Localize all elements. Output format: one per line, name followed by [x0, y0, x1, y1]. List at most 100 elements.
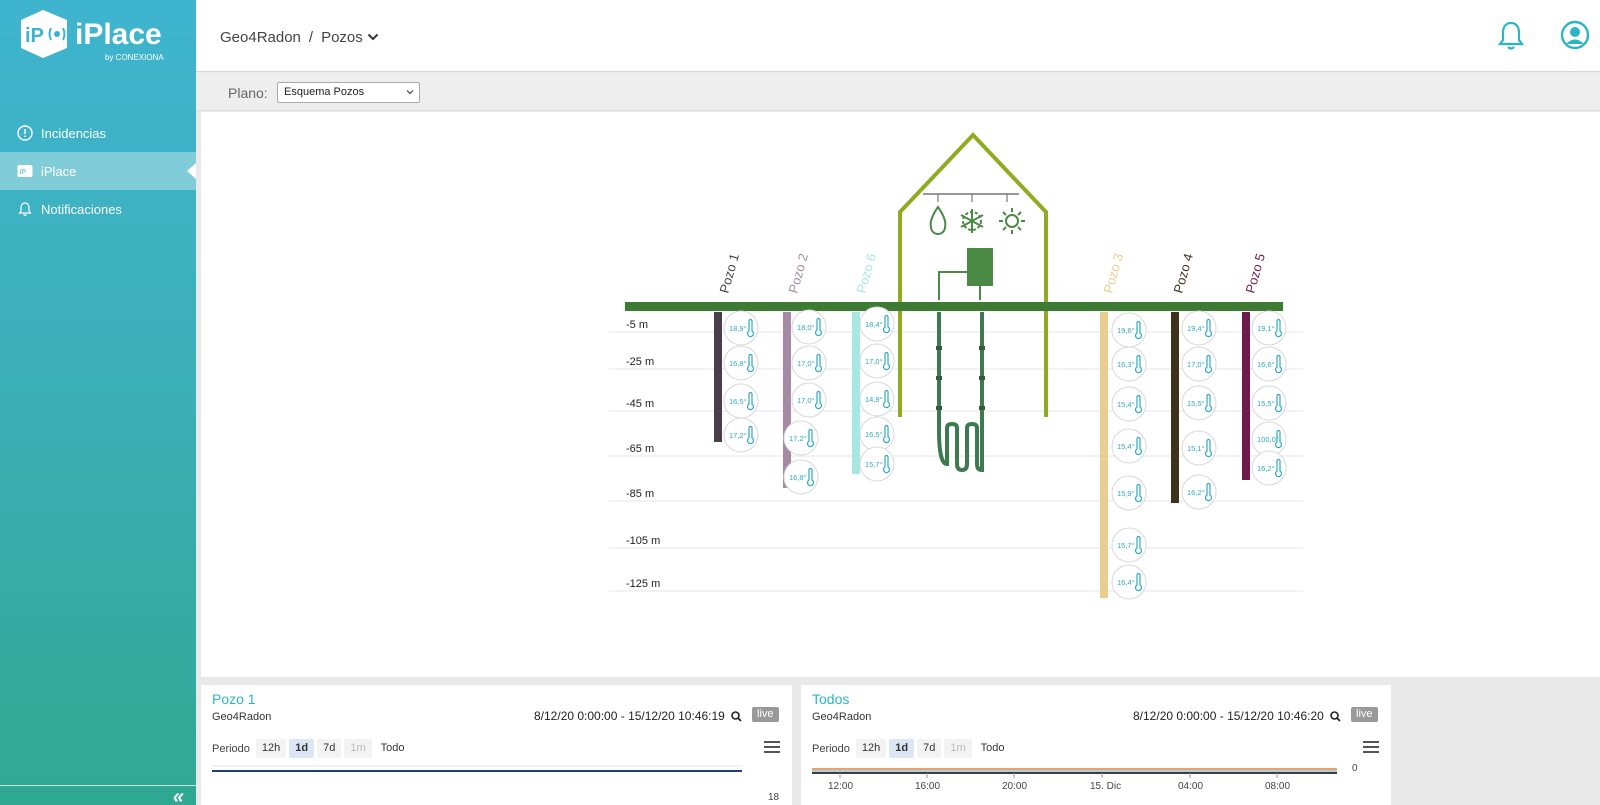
- period-1m-button[interactable]: 1m: [944, 739, 972, 758]
- temperature-reading: 17,2°: [789, 434, 807, 443]
- svg-text:by CONEXIONA: by CONEXIONA: [105, 53, 164, 62]
- heat-pump-unit: [967, 248, 993, 286]
- loop-joint: [936, 346, 942, 350]
- date-range[interactable]: 8/12/20 0:00:00 - 15/12/20 10:46:19: [534, 709, 742, 723]
- period-12h-button[interactable]: 12h: [255, 739, 287, 758]
- sidebar-footer: «: [0, 785, 196, 805]
- svg-text:iPlace: iPlace: [75, 18, 162, 51]
- temperature-reading: 18,4°: [865, 320, 883, 329]
- sun-rays: [999, 208, 1025, 234]
- temperature-reading: 17,0°: [797, 396, 815, 405]
- temperature-reading: 15,9°: [1117, 489, 1135, 498]
- temperature-reading: 16,4°: [1117, 578, 1135, 587]
- card-title[interactable]: Pozo 1: [212, 691, 256, 707]
- period-1m-button[interactable]: 1m: [344, 739, 372, 758]
- card-subtitle: Geo4Radon: [812, 711, 872, 723]
- depth-label: -45 m: [626, 398, 654, 410]
- breadcrumb-geo4radon[interactable]: Geo4Radon: [220, 29, 301, 46]
- breadcrumb-separator: /: [308, 29, 314, 46]
- card-title[interactable]: Todos: [812, 691, 849, 707]
- well-6-shaft: [1242, 312, 1250, 480]
- sidebar-item-label: iPlace: [41, 163, 77, 179]
- loop-joint: [936, 406, 942, 410]
- sidebar-item-iplace[interactable]: iP iPlace: [0, 152, 196, 190]
- temperature-reading: 16,8°: [729, 359, 747, 368]
- period-selector: Periodo 12h 1d 7d 1m Todo: [212, 739, 414, 758]
- well-label[interactable]: Pozo 6: [853, 252, 879, 295]
- live-badge[interactable]: live: [1351, 707, 1378, 722]
- x-axis-ticks: 12:00 16:00 20:00 15. Dic 04:00 08:00: [828, 773, 1290, 792]
- sidebar-item-incidencias[interactable]: Incidencias: [0, 114, 196, 152]
- breadcrumb-pozos[interactable]: Pozos: [321, 29, 363, 46]
- x-tick-label: 20:00: [1002, 781, 1027, 792]
- x-tick-label: 08:00: [1265, 781, 1290, 792]
- well-3-shaft: [852, 312, 860, 474]
- temperature-reading: 16,5°: [865, 430, 883, 439]
- date-range[interactable]: 8/12/20 0:00:00 - 15/12/20 10:46:20: [1133, 709, 1341, 723]
- x-tick-label: 12:00: [828, 781, 853, 792]
- iplace-logo[interactable]: iP iPlace by CONEXIONA: [17, 8, 182, 64]
- period-12h-button[interactable]: 12h: [855, 739, 887, 758]
- temperature-reading: 18,0°: [797, 323, 815, 332]
- y-tick-label: 18: [768, 792, 780, 803]
- period-todo-button[interactable]: Todo: [975, 739, 1011, 758]
- x-tick-label: 04:00: [1178, 781, 1203, 792]
- sidebar: iP iPlace by CONEXIONA Incidencias iP iP…: [0, 0, 196, 805]
- user-avatar-icon[interactable]: [1560, 20, 1590, 55]
- sidebar-item-notificaciones[interactable]: Notificaciones: [0, 190, 196, 228]
- temperature-reading: 19,4°: [1187, 324, 1205, 333]
- loop-joint: [979, 406, 985, 410]
- temperature-reading: 15,7°: [1117, 541, 1135, 550]
- chart-menu-icon[interactable]: [764, 741, 780, 755]
- well-label[interactable]: Pozo 1: [716, 252, 742, 295]
- plano-label: Plano:: [228, 85, 268, 101]
- bell-icon: [16, 200, 34, 218]
- chart-menu-icon[interactable]: [1363, 741, 1379, 755]
- geothermal-loop: [937, 312, 984, 473]
- period-label: Periodo: [812, 742, 850, 755]
- well-label[interactable]: Pozo 4: [1170, 252, 1196, 295]
- loop-joint: [936, 376, 942, 380]
- well-label[interactable]: Pozo 3: [1100, 252, 1126, 295]
- water-drop-icon: [929, 205, 947, 235]
- chart-card-pozo1: Pozo 1 Geo4Radon 8/12/20 0:00:00 - 15/12…: [201, 685, 792, 805]
- todos-chart: 0 12:00 16:00 20:00 15. Dic 04:00 08:00: [812, 763, 1358, 792]
- sidebar-item-label: Notificaciones: [41, 201, 122, 217]
- temperature-reading: 15,7°: [865, 460, 883, 469]
- depth-label: -125 m: [626, 578, 660, 590]
- depth-label: -5 m: [626, 319, 648, 331]
- heat-pump-pipe: [938, 271, 967, 300]
- temperature-reading: 15,4°: [1117, 400, 1135, 409]
- well-2-shaft: [783, 312, 791, 488]
- live-badge[interactable]: live: [752, 707, 779, 722]
- collapse-sidebar-button[interactable]: «: [173, 787, 184, 805]
- period-1d-button[interactable]: 1d: [289, 739, 315, 758]
- depth-label: -65 m: [626, 443, 654, 455]
- well-5-shaft: [1171, 312, 1179, 503]
- well-1-shaft: [714, 312, 722, 442]
- period-1d-button[interactable]: 1d: [889, 739, 915, 758]
- search-icon[interactable]: [1330, 710, 1341, 722]
- temperature-reading: 16,2°: [1257, 464, 1275, 473]
- x-tick-label: 16:00: [915, 781, 940, 792]
- period-7d-button[interactable]: 7d: [917, 739, 942, 758]
- x-tick-label: 15. Dic: [1090, 781, 1121, 792]
- well-label[interactable]: Pozo 2: [785, 252, 811, 295]
- depth-label: -25 m: [626, 356, 654, 368]
- plano-select[interactable]: Esquema Pozos: [277, 82, 420, 103]
- card-subtitle: Geo4Radon: [212, 711, 272, 723]
- notifications-bell-icon[interactable]: [1496, 20, 1526, 57]
- temperature-reading: 15,5°: [1187, 399, 1205, 408]
- search-icon[interactable]: [731, 710, 742, 722]
- temperature-reading: 15,4°: [1117, 442, 1135, 451]
- temperature-reading: 15,1°: [1187, 444, 1205, 453]
- loop-joint: [979, 376, 985, 380]
- period-7d-button[interactable]: 7d: [317, 739, 342, 758]
- plano-select-value: Esquema Pozos: [284, 86, 365, 98]
- svg-text:iP: iP: [25, 25, 44, 47]
- top-header: Geo4Radon / Pozos: [196, 0, 1600, 72]
- well-label[interactable]: Pozo 5: [1242, 252, 1268, 295]
- chevron-down-icon[interactable]: [367, 29, 379, 46]
- period-todo-button[interactable]: Todo: [375, 739, 411, 758]
- sidebar-item-label: Incidencias: [41, 125, 107, 141]
